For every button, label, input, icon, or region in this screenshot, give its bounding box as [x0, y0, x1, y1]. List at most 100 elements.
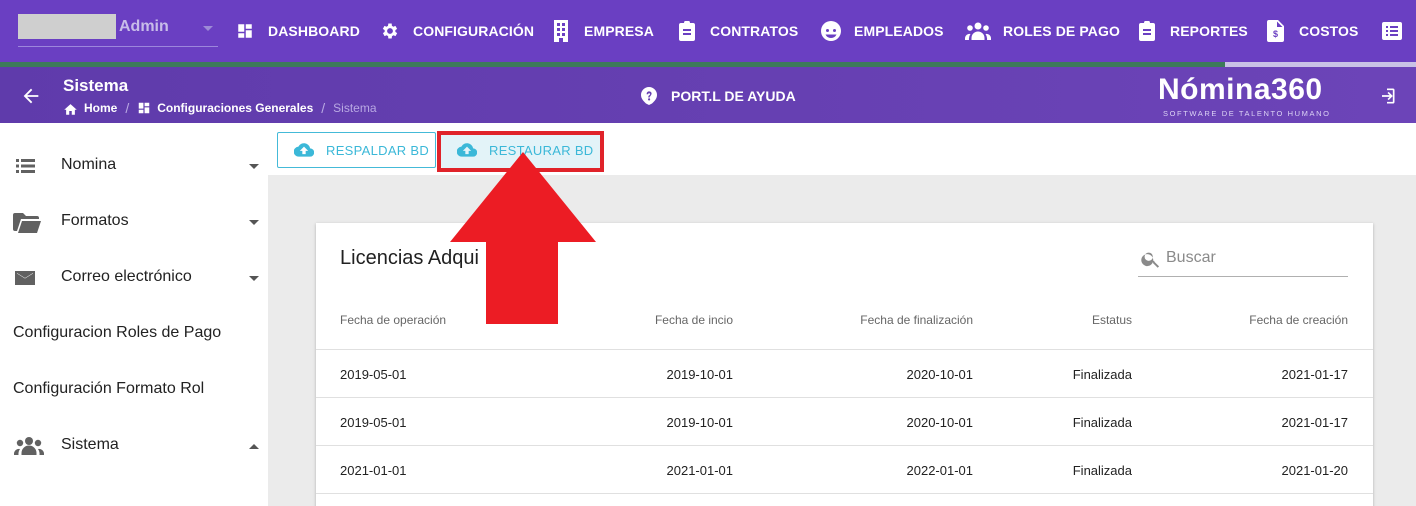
- search-placeholder: Buscar: [1166, 249, 1216, 266]
- breadcrumb-current: Sistema: [333, 101, 377, 115]
- user-avatar-redacted: [18, 14, 116, 39]
- page-header: Sistema Home / Configuraciones Generales…: [0, 67, 1416, 123]
- table-cell: 2019-10-01: [666, 367, 734, 382]
- nav-costos[interactable]: $ COSTOS: [1265, 20, 1358, 42]
- clipboard-list-icon: [1136, 20, 1158, 42]
- breadcrumb-home-label: Home: [84, 101, 118, 115]
- column-header[interactable]: Fecha de operación: [340, 313, 446, 327]
- chevron-up-icon: [249, 444, 259, 449]
- backup-db-label: RESPALDAR BD: [326, 142, 430, 158]
- nav-configuracion[interactable]: CONFIGURACIÓN: [379, 20, 534, 42]
- sidebar-item-label: Configuración Formato Rol: [13, 380, 205, 397]
- table-cell: 2021-01-17: [1281, 415, 1349, 430]
- page-title: Sistema: [63, 76, 129, 95]
- help-portal-label: PORT.L DE AYUDA: [671, 88, 796, 104]
- sidebar-item-label: Correo electrónico: [61, 268, 192, 285]
- people-icon: [965, 20, 991, 42]
- folder-icon: [13, 210, 41, 234]
- table-cell: 2021-01-01: [666, 463, 734, 478]
- dashboard-icon: [234, 20, 256, 42]
- invoice-icon: $: [1265, 20, 1287, 42]
- chevron-down-icon: [249, 164, 259, 169]
- logout-icon[interactable]: [1377, 86, 1397, 106]
- people-icon: [13, 434, 45, 458]
- table-cell: Finalizada: [1072, 415, 1132, 430]
- column-header[interactable]: Estatus: [1092, 313, 1132, 327]
- back-arrow-icon[interactable]: [20, 85, 42, 107]
- column-header[interactable]: Fecha de creación: [1249, 313, 1348, 327]
- table-row[interactable]: 2019-05-01 2019-10-01 2020-10-01 Finaliz…: [316, 350, 1373, 398]
- backup-db-button[interactable]: RESPALDAR BD: [277, 132, 436, 168]
- nav-contratos-label: CONTRATOS: [710, 23, 799, 39]
- breadcrumb-configuraciones-label: Configuraciones Generales: [157, 101, 314, 115]
- chevron-down-icon: [249, 276, 259, 281]
- nav-dashboard[interactable]: DASHBOARD: [234, 20, 360, 42]
- table-cell: 2021-01-17: [1281, 367, 1349, 382]
- clipboard-icon: [676, 20, 698, 42]
- search-input[interactable]: Buscar: [1138, 244, 1348, 277]
- brand-name: Nómina360: [1158, 73, 1323, 106]
- chevron-down-icon[interactable]: [203, 26, 213, 31]
- face-icon: [820, 20, 842, 42]
- sidebar-item-nomina[interactable]: Nomina: [0, 138, 268, 194]
- breadcrumb-separator: /: [321, 100, 326, 116]
- table-row[interactable]: 2021-01-01 2021-01-01 2022-01-01 Finaliz…: [316, 446, 1373, 494]
- column-header[interactable]: Fecha de incio: [655, 313, 733, 327]
- nav-dashboard-label: DASHBOARD: [268, 23, 360, 39]
- sidebar-item-label: Configuracion Roles de Pago: [13, 324, 222, 341]
- sidebar-item-formatos[interactable]: Formatos: [0, 194, 268, 250]
- cloud-upload-icon: [294, 143, 314, 157]
- dashboard-icon: [138, 102, 150, 114]
- sidebar-item-label: Nomina: [61, 156, 117, 173]
- nav-empresa[interactable]: EMPRESA: [550, 20, 654, 42]
- sidebar: Nomina Formatos Correo electrónico Confi…: [0, 123, 268, 506]
- sidebar-item-sistema[interactable]: Sistema: [0, 418, 268, 474]
- table-cell: 2020-10-01: [906, 367, 974, 382]
- nav-more[interactable]: [1381, 20, 1415, 42]
- nav-configuracion-label: CONFIGURACIÓN: [413, 23, 535, 39]
- annotation-arrow-icon: [450, 152, 596, 324]
- breadcrumb-configuraciones[interactable]: Configuraciones Generales: [137, 101, 313, 115]
- sidebar-item-config-formato[interactable]: Configuración Formato Rol: [0, 362, 268, 418]
- column-header[interactable]: Fecha de finalización: [860, 313, 973, 327]
- sidebar-item-correo[interactable]: Correo electrónico: [0, 250, 268, 306]
- nav-roles-de-pago-label: ROLES DE PAGO: [1003, 23, 1120, 39]
- nav-roles-de-pago[interactable]: ROLES DE PAGO: [965, 20, 1120, 42]
- table-cell: 2021-01-20: [1281, 463, 1349, 478]
- building-icon: [550, 20, 572, 42]
- search-icon: [1141, 252, 1160, 268]
- sidebar-item-label: Formatos: [61, 212, 129, 229]
- sidebar-item-config-roles[interactable]: Configuracion Roles de Pago: [0, 306, 268, 362]
- chevron-down-icon: [249, 220, 259, 225]
- nav-empresa-label: EMPRESA: [584, 23, 654, 39]
- home-icon: [64, 103, 77, 115]
- table-cell: 2019-10-01: [666, 415, 734, 430]
- table-cell: 2022-01-01: [906, 463, 974, 478]
- user-name: Admin: [119, 18, 169, 35]
- table-cell: 2020-10-01: [906, 415, 974, 430]
- table-row[interactable]: 2019-05-01 2019-10-01 2020-10-01 Finaliz…: [316, 398, 1373, 446]
- breadcrumb-home[interactable]: Home: [63, 101, 117, 115]
- brand-tagline: SOFTWARE DE TALENTO HUMANO: [1163, 109, 1331, 118]
- top-navigation-bar: Admin DASHBOARD CONFIGURACIÓN EMPRESA CO…: [0, 0, 1416, 67]
- nav-empleados[interactable]: EMPLEADOS: [820, 20, 944, 42]
- mail-icon: [13, 266, 37, 290]
- nav-reportes[interactable]: REPORTES: [1136, 20, 1248, 42]
- nav-costos-label: COSTOS: [1299, 23, 1359, 39]
- table-cell: Finalizada: [1072, 463, 1132, 478]
- sidebar-item-label: Sistema: [61, 436, 119, 453]
- help-portal-link[interactable]: PORT.L DE AYUDA: [641, 87, 796, 105]
- svg-text:$: $: [1273, 29, 1278, 39]
- list-box-icon: [1381, 20, 1403, 42]
- gear-icon: [379, 20, 401, 42]
- list-icon: [13, 154, 37, 178]
- nav-contratos[interactable]: CONTRATOS: [676, 20, 798, 42]
- breadcrumb: Home / Configuraciones Generales / Siste…: [63, 100, 377, 116]
- help-icon: [641, 87, 657, 105]
- table-cell: 2019-05-01: [340, 367, 407, 382]
- user-menu[interactable]: Admin: [18, 14, 218, 47]
- table-cell: 2019-05-01: [340, 415, 407, 430]
- nav-reportes-label: REPORTES: [1170, 23, 1248, 39]
- nav-empleados-label: EMPLEADOS: [854, 23, 944, 39]
- table-cell: 2021-01-01: [340, 463, 407, 478]
